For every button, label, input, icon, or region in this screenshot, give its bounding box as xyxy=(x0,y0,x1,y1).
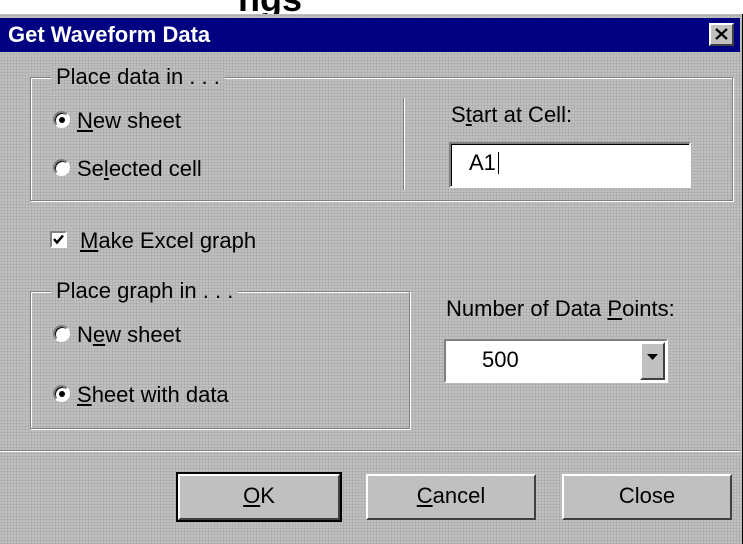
data-points-dropdown[interactable]: 500 xyxy=(444,339,668,383)
button-row-separator xyxy=(0,450,740,451)
place-graph-group: Place graph in . . . New sheet Sheet wit… xyxy=(30,278,410,429)
make-excel-graph-label: Make Excel graph xyxy=(80,228,257,253)
radio-button-checked[interactable] xyxy=(53,111,70,128)
checkmark-icon xyxy=(53,234,64,245)
data-points-value: 500 xyxy=(482,347,519,372)
radio-label: Selected cell xyxy=(77,156,202,181)
radio-button-checked[interactable] xyxy=(53,385,70,402)
place-graph-legend: Place graph in . . . xyxy=(51,278,239,304)
title-bar[interactable]: Get Waveform Data xyxy=(0,18,740,52)
place-data-legend: Place data in . . . xyxy=(51,64,225,90)
start-cell-value: A1 xyxy=(469,150,496,175)
text-caret xyxy=(497,152,499,174)
radio-label: New sheet xyxy=(77,108,181,133)
cancel-button[interactable]: Cancel xyxy=(366,474,536,520)
start-at-cell-label: Start at Cell: xyxy=(451,102,573,127)
number-of-data-points-label: Number of Data Points: xyxy=(446,296,675,321)
cancel-button-label: Cancel xyxy=(416,483,486,508)
close-button-label: Close xyxy=(618,483,676,508)
chevron-down-icon[interactable] xyxy=(640,342,665,380)
radio-label: New sheet xyxy=(77,322,181,347)
make-excel-graph-checkbox[interactable]: Make Excel graph xyxy=(50,228,310,256)
window-title: Get Waveform Data xyxy=(8,22,211,47)
radio-label: Sheet with data xyxy=(77,382,229,407)
group-divider xyxy=(403,98,404,190)
close-button[interactable]: Close xyxy=(562,474,732,520)
close-icon[interactable] xyxy=(709,23,734,46)
ok-button-label: OK xyxy=(243,483,275,508)
ok-button[interactable]: OK xyxy=(176,472,342,522)
start-cell-input[interactable]: A1 xyxy=(449,142,691,188)
get-waveform-data-dialog: Get Waveform Data Place data in . . . Ne… xyxy=(0,14,743,544)
radio-button-unchecked[interactable] xyxy=(53,325,70,342)
checkbox-checked[interactable] xyxy=(50,231,67,248)
radio-button-unchecked[interactable] xyxy=(53,159,70,176)
place-data-group: Place data in . . . New sheet Selected c… xyxy=(30,64,733,201)
